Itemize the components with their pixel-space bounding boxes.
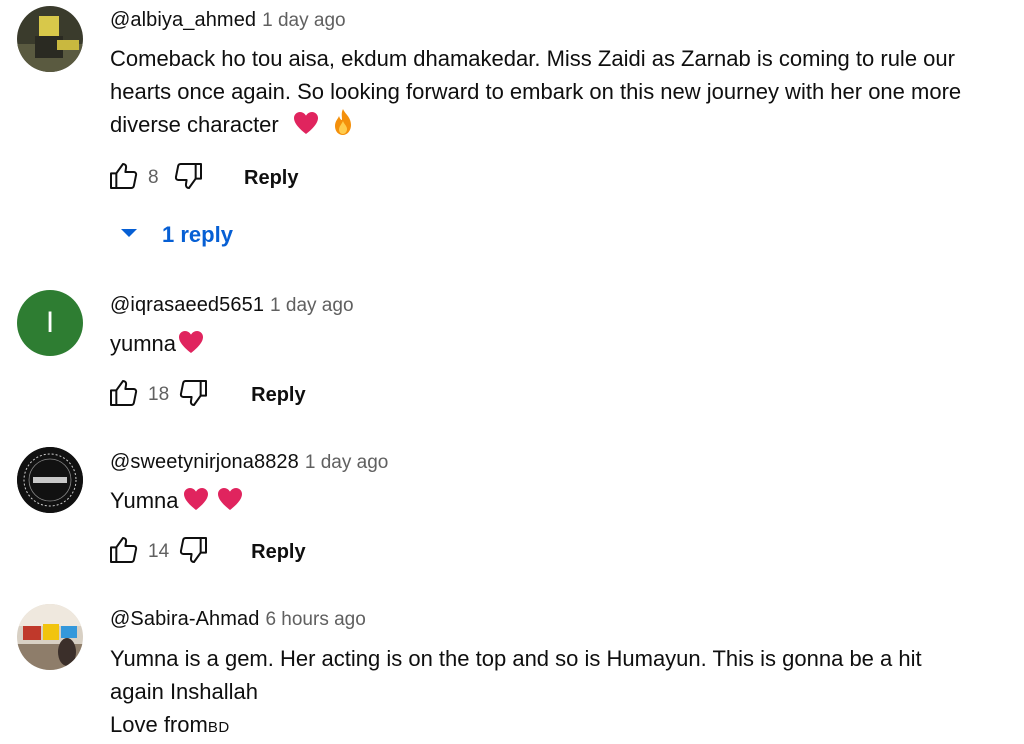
avatar[interactable] bbox=[17, 447, 83, 513]
thumb-up-icon bbox=[107, 160, 139, 197]
comment-text-fragment: yumna bbox=[110, 331, 177, 356]
thumb-up-icon bbox=[107, 534, 139, 571]
comment-actions: 14 Reply bbox=[106, 534, 306, 570]
comment-actions: 18 Reply bbox=[106, 377, 306, 413]
avatar[interactable]: I bbox=[17, 290, 83, 356]
timestamp[interactable]: 1 day ago bbox=[262, 10, 345, 31]
comment-header: @sweetynirjona8828 1 day ago bbox=[110, 450, 388, 476]
comment-text: Yumna bbox=[110, 484, 1015, 520]
heart-emoji-icon bbox=[293, 111, 319, 144]
like-count: 14 bbox=[148, 541, 170, 562]
avatar[interactable] bbox=[17, 604, 83, 670]
thumb-down-icon bbox=[178, 377, 210, 414]
like-button[interactable] bbox=[106, 535, 140, 569]
reply-button[interactable]: Reply bbox=[251, 384, 305, 407]
comment-text-fragment: diverse character bbox=[110, 112, 279, 137]
chevron-down-icon bbox=[118, 226, 140, 245]
timestamp[interactable]: 1 day ago bbox=[305, 452, 388, 473]
author-name[interactable]: @iqrasaeed5651 bbox=[110, 294, 264, 316]
like-button[interactable] bbox=[106, 161, 140, 195]
like-button[interactable] bbox=[106, 378, 140, 412]
comment-header: @Sabira-Ahmad 6 hours ago bbox=[110, 607, 366, 633]
thumb-down-icon bbox=[173, 160, 205, 197]
comment-text-line: again Inshallah bbox=[110, 679, 259, 704]
comment-text-fragment: BD bbox=[207, 719, 230, 736]
comment-actions: 8 Reply bbox=[106, 160, 298, 196]
thumb-down-icon bbox=[178, 534, 210, 571]
fire-emoji-icon bbox=[331, 108, 355, 145]
timestamp[interactable]: 6 hours ago bbox=[265, 609, 365, 630]
reply-button[interactable]: Reply bbox=[244, 167, 298, 190]
dislike-button[interactable] bbox=[177, 378, 211, 412]
comment-text-line: Love fromBD bbox=[110, 708, 1015, 744]
avatar[interactable] bbox=[17, 6, 83, 72]
comment-text-fragment: Love from bbox=[110, 712, 208, 737]
heart-emoji-icon bbox=[178, 330, 204, 363]
dislike-button[interactable] bbox=[177, 535, 211, 569]
view-replies-button[interactable]: 1 reply bbox=[118, 218, 233, 252]
timestamp[interactable]: 1 day ago bbox=[270, 295, 353, 316]
author-name[interactable]: @Sabira-Ahmad bbox=[110, 608, 259, 630]
like-count: 18 bbox=[148, 384, 170, 405]
comment-header: @albiya_ahmed 1 day ago bbox=[110, 8, 346, 34]
avatar-letter: I bbox=[45, 306, 55, 339]
comment-text-line: Comeback ho tou aisa, ekdum dhamakedar. … bbox=[110, 46, 955, 71]
comment-text: Yumna is a gem. Her acting is on the top… bbox=[110, 642, 1015, 744]
comment-text-fragment: Yumna bbox=[110, 488, 179, 513]
like-count: 8 bbox=[148, 167, 159, 188]
comment-header: @iqrasaeed5651 1 day ago bbox=[110, 293, 354, 319]
heart-emoji-icon bbox=[217, 487, 243, 520]
comment-text: Comeback ho tou aisa, ekdum dhamakedar. … bbox=[110, 42, 1015, 145]
thumb-up-icon bbox=[107, 377, 139, 414]
comment-text-line: Yumna is a gem. Her acting is on the top… bbox=[110, 646, 922, 671]
replies-count-label: 1 reply bbox=[162, 222, 233, 247]
reply-button[interactable]: Reply bbox=[251, 541, 305, 564]
author-name[interactable]: @sweetynirjona8828 bbox=[110, 451, 299, 473]
heart-emoji-icon bbox=[183, 487, 209, 520]
author-name[interactable]: @albiya_ahmed bbox=[110, 9, 256, 31]
comment-text: yumna bbox=[110, 327, 1015, 363]
dislike-button[interactable] bbox=[172, 161, 206, 195]
comment-text-line: diverse character bbox=[110, 108, 1015, 145]
comment-text-line: hearts once again. So looking forward to… bbox=[110, 79, 962, 104]
